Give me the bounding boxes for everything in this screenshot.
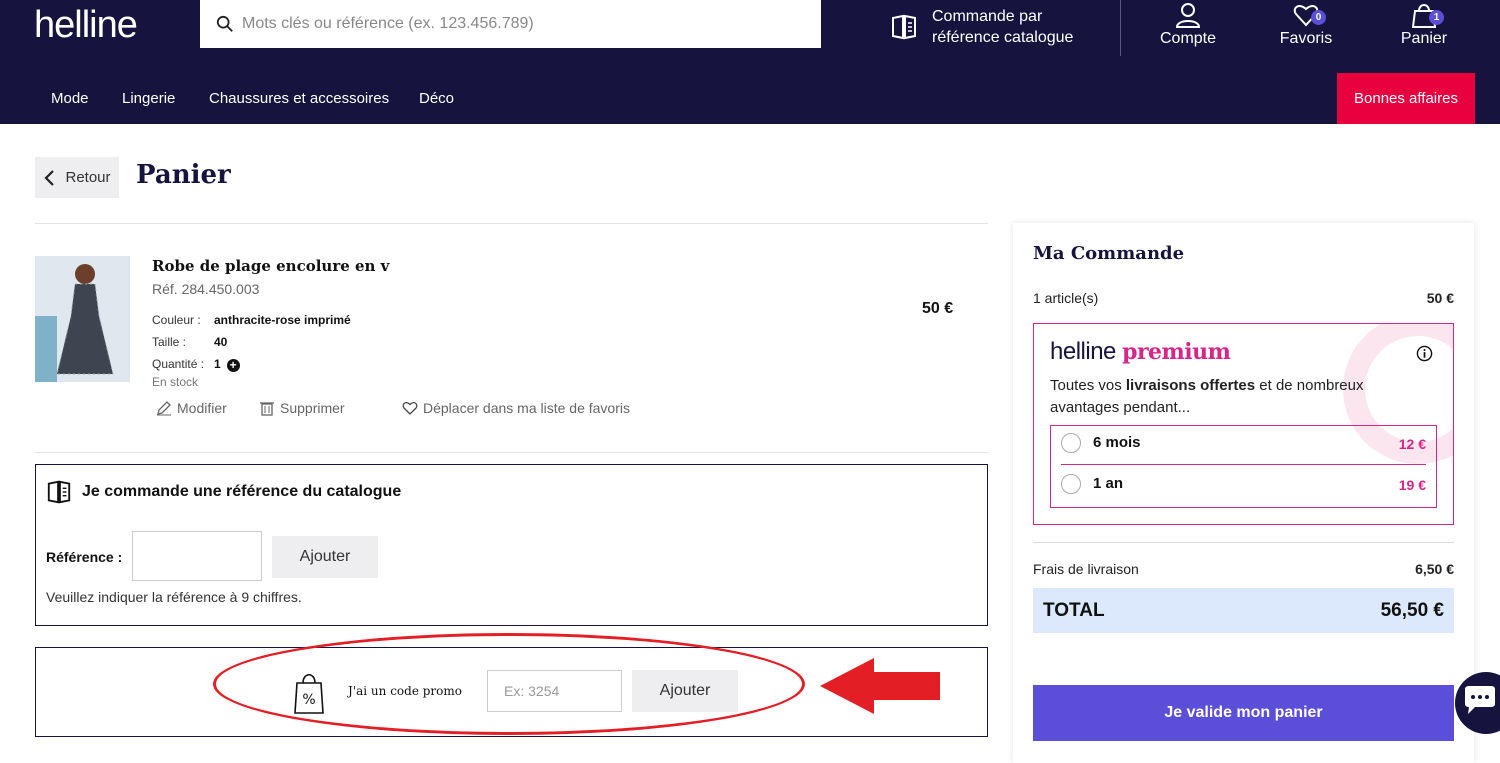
divider (35, 223, 988, 224)
cart-label: Panier (1400, 30, 1448, 47)
cart-link[interactable]: Panier 1 (1384, 2, 1464, 48)
articles-value: 50 € (1426, 290, 1454, 306)
order-summary-panel: Ma Commande 1 article(s) 50 € helline pr… (1013, 223, 1474, 763)
reference-add-button[interactable]: Ajouter (272, 536, 378, 578)
delete-button[interactable]: Supprimer (259, 400, 345, 416)
articles-row: 1 article(s) 50 € (1033, 290, 1454, 306)
premium-text-part: Toutes vos (1050, 377, 1126, 394)
divider (35, 452, 988, 453)
move-to-favorites-label: Déplacer dans ma liste de favoris (423, 400, 630, 416)
size-value: 40 (214, 335, 228, 349)
product-price: 50 € (922, 300, 954, 317)
site-logo[interactable]: helline (34, 4, 138, 47)
quantity-value-wrap: 1 + (214, 357, 240, 372)
product-name[interactable]: Robe de plage encolure en v (152, 257, 389, 275)
premium-plans: 6 mois 12 € 1 an 19 € (1050, 425, 1437, 508)
total-label: TOTAL (1043, 600, 1105, 621)
quantity-value: 1 (214, 357, 221, 371)
product-thumbnail[interactable] (35, 256, 130, 382)
modify-label: Modifier (177, 400, 227, 416)
catalog-box-title: Je commande une référence du catalogue (46, 479, 401, 505)
nav-item-chaussures[interactable]: Chaussures et accessoires (209, 90, 389, 107)
plan-divider (1061, 464, 1426, 465)
plan-price: 12 € (1398, 436, 1426, 452)
site-header: helline Commande par référence catalogue… (0, 0, 1500, 124)
premium-plan-6-months[interactable]: 6 mois 12 € (1061, 426, 1426, 466)
product-color: Couleur : anthracite-rose imprimé (152, 313, 351, 327)
search-icon (216, 15, 233, 32)
order-summary-title: Ma Commande (1033, 243, 1185, 264)
catalog-book-icon (892, 14, 916, 40)
shipping-value: 6,50 € (1415, 561, 1454, 577)
premium-description: Toutes vos livraisons offertes et de nom… (1050, 375, 1430, 419)
plan-radio[interactable] (1061, 433, 1081, 453)
trash-icon (260, 402, 274, 416)
account-label: Compte (1159, 30, 1217, 47)
premium-logo: helline premium (1050, 338, 1231, 366)
pencil-icon (157, 401, 171, 416)
catalog-book-icon (47, 480, 71, 504)
account-link[interactable]: Compte (1148, 2, 1228, 48)
articles-label: 1 article(s) (1033, 290, 1099, 306)
favorites-count-badge: 0 (1311, 10, 1326, 25)
catalog-order-link[interactable]: Commande par référence catalogue (890, 6, 1102, 48)
total-row: TOTAL 56,50 € (1033, 588, 1454, 633)
page-title: Panier (136, 160, 231, 190)
catalog-order-label: Commande par référence catalogue (932, 8, 1074, 46)
modify-button[interactable]: Modifier (156, 400, 227, 416)
product-size: Taille : 40 (152, 335, 227, 349)
color-label: Couleur : (152, 313, 201, 327)
color-value: anthracite-rose imprimé (214, 313, 351, 327)
chevron-left-icon (44, 169, 55, 186)
catalog-reference-box: Je commande une référence du catalogue R… (35, 464, 988, 626)
stock-status: En stock (152, 375, 199, 389)
main-nav: Mode Lingerie Chaussures et accessoires … (0, 73, 1500, 124)
plan-name: 6 mois (1093, 434, 1141, 451)
shipping-row: Frais de livraison 6,50 € (1033, 561, 1454, 577)
plan-price: 19 € (1398, 477, 1426, 493)
reference-input[interactable] (132, 531, 262, 581)
premium-word: premium (1122, 339, 1231, 365)
nav-item-lingerie[interactable]: Lingerie (122, 90, 175, 107)
product-image-placeholder (35, 256, 130, 382)
nav-item-mode[interactable]: Mode (51, 90, 89, 107)
user-icon (1175, 3, 1201, 28)
header-divider (1120, 0, 1121, 56)
search-input[interactable] (242, 15, 802, 33)
heart-outline-icon (402, 402, 418, 415)
move-to-favorites-button[interactable]: Déplacer dans ma liste de favoris (402, 400, 630, 416)
quantity-label: Quantité : (152, 357, 205, 371)
plan-radio[interactable] (1061, 474, 1081, 494)
nav-item-deals[interactable]: Bonnes affaires (1337, 73, 1475, 124)
product-quantity: Quantité : 1 + (152, 357, 240, 372)
favorites-label: Favoris (1279, 30, 1333, 47)
size-label: Taille : (152, 335, 187, 349)
cart-count-badge: 1 (1429, 10, 1444, 25)
divider (1033, 542, 1454, 543)
premium-plan-1-year[interactable]: 1 an 19 € (1061, 467, 1426, 507)
quantity-increase-button[interactable]: + (226, 359, 240, 372)
plan-name: 1 an (1093, 475, 1124, 492)
validate-cart-button[interactable]: Je valide mon panier (1033, 685, 1454, 741)
search-bar[interactable] (200, 0, 821, 48)
premium-text-bold: livraisons offertes (1125, 377, 1256, 394)
info-icon[interactable] (1416, 345, 1433, 362)
favorites-link[interactable]: Favoris 0 (1266, 2, 1346, 48)
delete-label: Supprimer (280, 400, 345, 416)
reference-label: Référence : (46, 549, 123, 565)
shipping-label: Frais de livraison (1033, 561, 1139, 577)
chat-icon (1465, 686, 1495, 714)
reference-hint: Veuillez indiquer la référence à 9 chiff… (46, 589, 302, 605)
back-label: Retour (65, 169, 111, 186)
premium-brand: helline (1050, 338, 1116, 365)
product-reference: Réf. 284.450.003 (152, 281, 260, 297)
total-value: 56,50 € (1380, 600, 1444, 621)
catalog-box-title-text: Je commande une référence du catalogue (82, 483, 402, 500)
nav-item-deco[interactable]: Déco (419, 90, 454, 107)
premium-offer-box: helline premium Toutes vos livraisons of… (1033, 323, 1454, 525)
annotation-arrow (820, 658, 940, 714)
annotation-highlight-ellipse (213, 633, 805, 735)
back-button[interactable]: Retour (35, 157, 119, 198)
